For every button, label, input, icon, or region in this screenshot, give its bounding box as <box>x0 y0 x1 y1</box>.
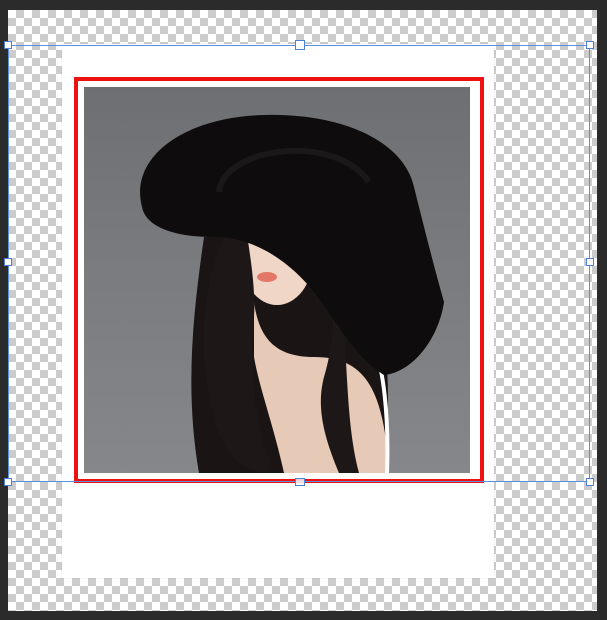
transform-handle-bottom-center[interactable] <box>295 478 305 486</box>
transform-handle-top-center[interactable] <box>295 40 305 50</box>
transform-handle-top-left[interactable] <box>4 41 12 49</box>
free-transform-bounding-box[interactable] <box>8 45 590 482</box>
transform-handle-middle-left[interactable] <box>4 258 12 266</box>
transform-handle-bottom-left[interactable] <box>4 478 12 486</box>
transform-handle-middle-right[interactable] <box>586 258 594 266</box>
transform-handle-top-right[interactable] <box>586 41 594 49</box>
transform-handle-bottom-right[interactable] <box>586 478 594 486</box>
